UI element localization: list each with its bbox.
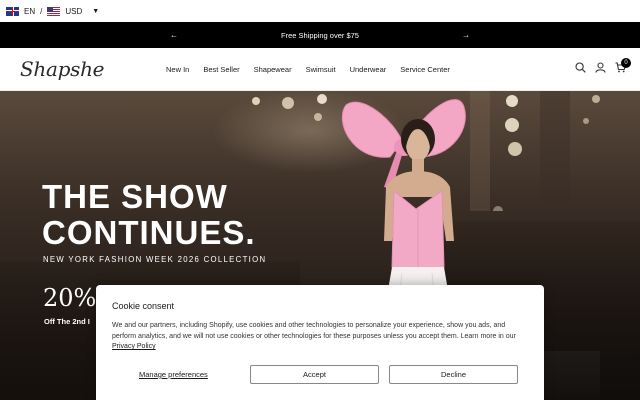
- privacy-policy-link[interactable]: Privacy Policy: [112, 343, 156, 350]
- manage-preferences-link[interactable]: Manage preferences: [139, 370, 208, 379]
- nav-item-underwear[interactable]: Underwear: [350, 65, 387, 74]
- nav-item-swimsuit[interactable]: Swimsuit: [306, 65, 336, 74]
- site-header: Shapshe New In Best Seller Shapewear Swi…: [0, 48, 640, 91]
- announcement-bar: ← Free Shipping over $75 →: [0, 22, 640, 48]
- accept-button[interactable]: Accept: [250, 365, 379, 384]
- cookie-consent-dialog: Cookie consent We and our partners, incl…: [96, 285, 544, 400]
- locale-separator: /: [40, 6, 43, 16]
- search-icon[interactable]: [575, 62, 586, 73]
- logo[interactable]: Shapshe: [20, 57, 105, 81]
- nav-item-new-in[interactable]: New In: [166, 65, 189, 74]
- decline-button[interactable]: Decline: [389, 365, 518, 384]
- us-flag-icon: [47, 6, 61, 16]
- header-icons: 0: [575, 58, 631, 73]
- chevron-down-icon[interactable]: ▼: [92, 8, 99, 15]
- announcement-text: Free Shipping over $75: [281, 30, 359, 40]
- cookie-body-text: We and our partners, including Shopify, …: [112, 322, 516, 340]
- main-nav: New In Best Seller Shapewear Swimsuit Un…: [166, 65, 464, 74]
- nav-item-service-center[interactable]: Service Center: [400, 65, 450, 74]
- cart-button[interactable]: 0: [615, 58, 631, 73]
- hero-title-line1: THE SHOW: [42, 178, 228, 215]
- hero-title: THE SHOW CONTINUES.: [42, 179, 256, 251]
- locale-bar: EN / USD ▼: [0, 0, 640, 22]
- currency-label[interactable]: USD: [65, 7, 82, 16]
- language-label[interactable]: EN: [24, 7, 35, 16]
- promo-percent: 20%: [43, 284, 97, 312]
- cart-count-badge: 0: [621, 58, 631, 68]
- nav-item-best-seller[interactable]: Best Seller: [203, 65, 239, 74]
- cookie-actions: Manage preferences Accept Decline: [112, 365, 524, 384]
- arrow-left-icon[interactable]: ←: [170, 31, 178, 40]
- cookie-title: Cookie consent: [112, 301, 175, 311]
- hero-title-line2: CONTINUES.: [42, 214, 256, 251]
- arrow-right-icon[interactable]: →: [462, 31, 470, 40]
- uk-flag-icon: [6, 6, 19, 16]
- account-icon[interactable]: [595, 62, 606, 73]
- cookie-body: We and our partners, including Shopify, …: [112, 321, 524, 353]
- hero-subtitle: NEW YORK FASHION WEEK 2026 COLLECTION: [43, 255, 267, 264]
- promo-text: Off The 2nd I: [44, 317, 90, 326]
- nav-item-shapewear[interactable]: Shapewear: [254, 65, 292, 74]
